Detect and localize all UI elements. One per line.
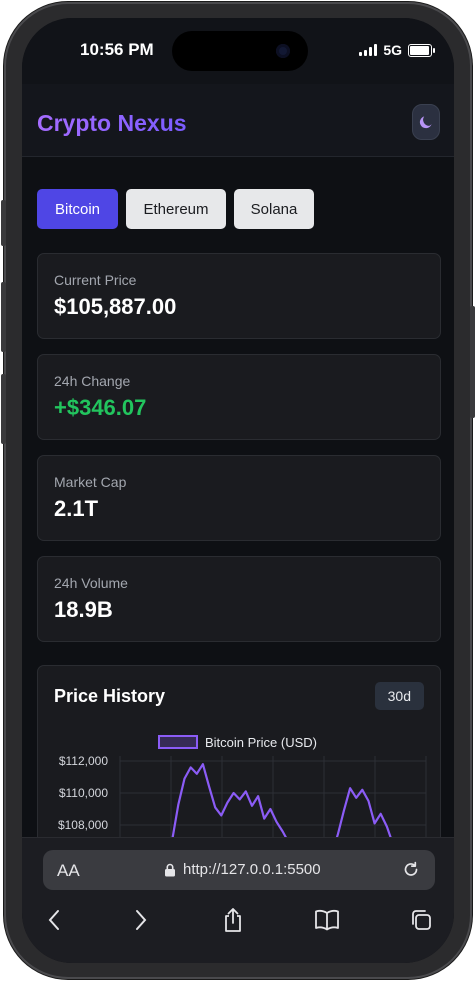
stat-label: Current Price — [54, 272, 137, 288]
coin-tabs: Bitcoin Ethereum Solana — [37, 189, 314, 229]
y-tick-label: $112,000 — [59, 754, 108, 768]
tabs-icon — [412, 910, 431, 930]
back-button[interactable] — [40, 906, 68, 934]
forward-button[interactable] — [127, 906, 155, 934]
action-button — [1, 200, 6, 246]
main-content: Bitcoin Ethereum Solana Current Price $1… — [22, 157, 454, 907]
app-title: Crypto Nexus — [37, 110, 187, 136]
bookmarks-button[interactable] — [313, 906, 341, 934]
url-text: http://127.0.0.1:5500 — [183, 861, 321, 878]
screen: 10:56 PM 5G Crypto Nexus Bitcoin Ethereu… — [22, 18, 454, 963]
dynamic-island — [172, 31, 308, 71]
stat-value: $105,887.00 — [54, 294, 177, 319]
battery-icon — [408, 43, 435, 57]
stat-value: +$346.07 — [54, 395, 147, 420]
stat-label: 24h Change — [54, 373, 131, 389]
tab-solana[interactable]: Solana — [234, 189, 314, 229]
lock-icon — [165, 863, 175, 877]
moon-icon — [419, 116, 432, 129]
address-bar[interactable]: AA http://127.0.0.1:5500 — [43, 850, 435, 890]
share-icon — [225, 908, 241, 932]
stat-label: Market Cap — [54, 474, 127, 490]
power-button — [470, 306, 475, 418]
status-time: 10:56 PM — [80, 40, 154, 59]
book-icon — [315, 909, 339, 931]
legend-swatch — [158, 735, 198, 749]
stat-card-24h-change: 24h Change +$346.07 — [37, 354, 441, 440]
share-button[interactable] — [219, 906, 247, 934]
theme-toggle-button[interactable] — [412, 104, 440, 140]
signal-icon — [359, 44, 378, 56]
volume-up-button — [1, 282, 6, 352]
stat-card-24h-volume: 24h Volume 18.9B — [37, 556, 441, 642]
legend-label: Bitcoin Price (USD) — [205, 735, 317, 750]
text-size-label: AA — [57, 861, 80, 880]
app-header: Crypto Nexus — [22, 84, 454, 157]
stat-card-market-cap: Market Cap 2.1T — [37, 455, 441, 541]
camera-icon — [276, 44, 290, 58]
stat-value: 18.9B — [54, 597, 113, 622]
browser-toolbar: AA http://127.0.0.1:5500 — [22, 837, 454, 963]
stat-card-current-price: Current Price $105,887.00 — [37, 253, 441, 339]
y-tick-label: $110,000 — [59, 786, 108, 800]
chevron-left-icon — [48, 910, 59, 930]
status-indicators: 5G — [359, 42, 435, 58]
chevron-right-icon — [136, 910, 147, 930]
volume-down-button — [1, 374, 6, 444]
network-type: 5G — [383, 42, 402, 58]
reload-icon[interactable] — [401, 860, 421, 880]
tab-bitcoin[interactable]: Bitcoin — [37, 189, 118, 229]
tab-ethereum[interactable]: Ethereum — [126, 189, 226, 229]
status-bar: 10:56 PM 5G — [22, 18, 454, 84]
y-tick-label: $108,000 — [58, 818, 108, 832]
stat-label: 24h Volume — [54, 575, 128, 591]
stat-value: 2.1T — [54, 496, 99, 521]
text-size-button[interactable]: AA — [57, 861, 80, 881]
tabs-button[interactable] — [407, 906, 435, 934]
browser-nav — [22, 898, 454, 942]
